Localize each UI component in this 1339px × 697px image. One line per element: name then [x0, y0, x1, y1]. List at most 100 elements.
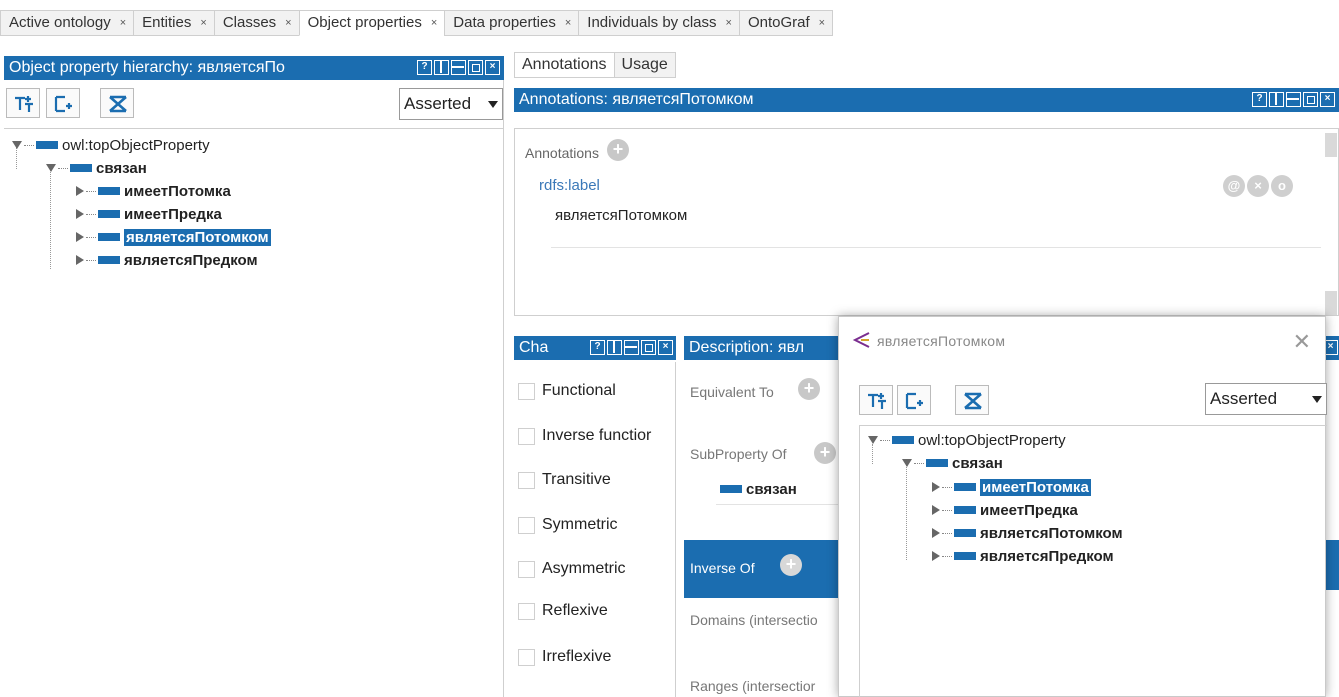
expand-icon[interactable] [932, 551, 940, 561]
add-equivalent-button[interactable]: + [798, 378, 820, 400]
tab-close-icon[interactable]: × [285, 11, 291, 35]
collapse-icon[interactable] [12, 141, 22, 149]
close-icon[interactable]: ✕ [1293, 329, 1311, 355]
ranges-label: Ranges (intersectior [690, 678, 816, 694]
add-sub-property-button[interactable] [859, 385, 893, 415]
tab-ontograf[interactable]: OntoGraf × [738, 10, 834, 36]
annotation-property[interactable]: rdfs:label [539, 177, 600, 194]
split-icon[interactable] [1269, 92, 1284, 107]
checkbox-transitive[interactable]: Transitive [518, 469, 611, 491]
workspace-tab-bar: Active ontology × Entities × Classes × Obje… [0, 0, 1339, 44]
protege-logo-icon [852, 332, 870, 348]
dialog-titlebar: являетсяПотомком ✕ [839, 317, 1325, 367]
delete-annotation-button[interactable]: × [1247, 175, 1269, 197]
tab-close-icon[interactable]: × [200, 11, 206, 35]
hierarchy-mode-select[interactable]: Asserted [399, 88, 503, 120]
dialog-mode-select[interactable]: Asserted [1205, 383, 1327, 415]
tree-node-leaf[interactable]: являетсяПредком [76, 250, 258, 270]
tree-node-leaf[interactable]: являетсяПредком [932, 546, 1114, 566]
tab-object-properties[interactable]: Object properties × [298, 10, 445, 36]
object-property-icon [892, 436, 914, 444]
close-view-icon[interactable]: × [1320, 92, 1335, 107]
expand-icon[interactable] [76, 232, 84, 242]
split-icon[interactable] [434, 60, 449, 75]
scrollbar-thumb[interactable] [1325, 133, 1337, 157]
tab-entities[interactable]: Entities × [133, 10, 214, 36]
tab-close-icon[interactable]: × [819, 11, 825, 35]
protege-window: Active ontology × Entities × Classes × Obje… [0, 0, 1339, 697]
maximize-icon[interactable] [468, 60, 483, 75]
tree-node-leaf-selected[interactable]: являетсяПотомком [76, 227, 271, 247]
tree-node-top[interactable]: owl:topObjectProperty [868, 430, 1066, 450]
collapse-icon[interactable] [868, 436, 878, 444]
scrollbar-thumb[interactable] [1325, 291, 1337, 315]
maximize-icon[interactable] [641, 340, 656, 355]
checkbox-inverse-functional[interactable]: Inverse functior [518, 425, 651, 447]
hierarchy-view-header: Object property hierarchy: являетсяПо ? … [4, 56, 504, 80]
tab-usage[interactable]: Usage [613, 52, 676, 78]
checkbox-irreflexive[interactable]: Irreflexive [518, 646, 611, 668]
annotations-view-title: Annotations: являетсяПотомком [519, 91, 754, 108]
tree-node-leaf[interactable]: являетсяПотомком [932, 523, 1123, 543]
tree-node-svyazan[interactable]: связан [46, 158, 147, 178]
checkbox-functional[interactable]: Functional [518, 380, 616, 402]
expand-icon[interactable] [76, 186, 84, 196]
tree-node-leaf[interactable]: имеетПредка [76, 204, 222, 224]
expand-icon[interactable] [76, 209, 84, 219]
tab-close-icon[interactable]: × [565, 11, 571, 35]
delete-property-icon [964, 392, 982, 410]
tree-node-leaf[interactable]: имеетПредка [932, 500, 1078, 520]
tree-node-leaf-selected[interactable]: имеетПотомка [932, 477, 1091, 497]
delete-property-button[interactable] [955, 385, 989, 415]
annotation-language-button[interactable]: @ [1223, 175, 1245, 197]
add-sub-property-icon [868, 393, 886, 409]
characteristics-panel: Functional Inverse functior Transitive S… [514, 362, 676, 697]
inverse-of-label: Inverse Of [690, 560, 755, 576]
inverse-of-row[interactable]: Inverse Of + [684, 540, 840, 598]
add-sibling-property-button[interactable] [46, 88, 80, 118]
help-icon[interactable]: ? [590, 340, 605, 355]
minimize-icon[interactable] [451, 60, 466, 75]
checkbox-asymmetric[interactable]: Asymmetric [518, 558, 626, 580]
object-property-icon [954, 506, 976, 514]
checkbox-symmetric[interactable]: Symmetric [518, 514, 618, 536]
expand-icon[interactable] [932, 528, 940, 538]
add-annotation-button[interactable]: + [607, 139, 629, 161]
add-sub-property-button[interactable] [6, 88, 40, 118]
close-view-icon[interactable]: × [485, 60, 500, 75]
edit-annotation-button[interactable]: o [1271, 175, 1293, 197]
dialog-toolbar: Asserted [859, 383, 1327, 419]
tab-data-properties[interactable]: Data properties × [444, 10, 579, 36]
tab-close-icon[interactable]: × [120, 11, 126, 35]
expand-icon[interactable] [76, 255, 84, 265]
object-property-icon [36, 141, 58, 149]
subproperty-value[interactable]: связан [720, 479, 797, 499]
tab-close-icon[interactable]: × [431, 11, 437, 35]
minimize-icon[interactable] [624, 340, 639, 355]
delete-property-icon [109, 95, 127, 113]
close-view-icon[interactable]: × [658, 340, 673, 355]
tab-close-icon[interactable]: × [726, 11, 732, 35]
minimize-icon[interactable] [1286, 92, 1301, 107]
tab-active-ontology[interactable]: Active ontology × [0, 10, 134, 36]
object-property-hierarchy-view: Object property hierarchy: являетсяПо ? … [4, 56, 504, 697]
help-icon[interactable]: ? [1252, 92, 1267, 107]
tree-node-svyazan[interactable]: связан [902, 453, 1003, 473]
add-inverse-button[interactable]: + [780, 554, 802, 576]
split-icon[interactable] [607, 340, 622, 355]
delete-property-button[interactable] [100, 88, 134, 118]
add-sibling-property-button[interactable] [897, 385, 931, 415]
checkbox-reflexive[interactable]: Reflexive [518, 600, 608, 622]
collapse-icon[interactable] [46, 164, 56, 172]
maximize-icon[interactable] [1303, 92, 1318, 107]
expand-icon[interactable] [932, 482, 940, 492]
collapse-icon[interactable] [902, 459, 912, 467]
add-subproperty-button[interactable]: + [814, 442, 836, 464]
tab-individuals-by-class[interactable]: Individuals by class × [578, 10, 739, 36]
tab-annotations[interactable]: Annotations [514, 52, 614, 78]
tree-node-top[interactable]: owl:topObjectProperty [12, 135, 210, 155]
expand-icon[interactable] [932, 505, 940, 515]
help-icon[interactable]: ? [417, 60, 432, 75]
tree-node-leaf[interactable]: имеетПотомка [76, 181, 231, 201]
tab-classes[interactable]: Classes × [213, 10, 299, 36]
